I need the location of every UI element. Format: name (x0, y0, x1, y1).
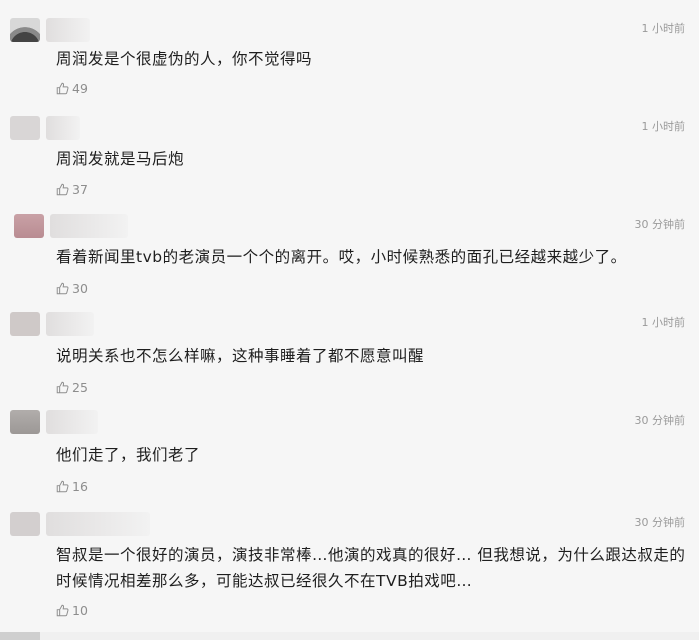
username-blurred[interactable] (46, 512, 150, 536)
next-comment-peek (0, 632, 699, 640)
avatar[interactable] (10, 410, 40, 434)
comment-text: 周润发是个很虚伪的人，你不觉得吗 (56, 50, 313, 68)
like-button[interactable]: 37 (56, 182, 88, 197)
comment-text: 他们走了，我们老了 (56, 446, 201, 464)
comment-time: 1 小时前 (641, 316, 686, 329)
like-count: 16 (72, 479, 88, 494)
username-blurred[interactable] (46, 312, 94, 336)
like-button[interactable]: 30 (56, 281, 88, 296)
comment-text: 看着新闻里tvb的老演员一个个的离开。哎，小时候熟悉的面孔已经越来越少了。 (56, 248, 627, 266)
like-count: 49 (72, 81, 88, 96)
thumbs-up-icon (56, 282, 69, 295)
thumbs-up-icon (56, 82, 69, 95)
thumbs-up-icon (56, 480, 69, 493)
like-button[interactable]: 25 (56, 380, 88, 395)
comment-time: 1 小时前 (641, 120, 686, 133)
thumbs-up-icon (56, 381, 69, 394)
like-count: 30 (72, 281, 88, 296)
comment-text: 周润发就是马后炮 (56, 150, 185, 168)
username-blurred[interactable] (46, 116, 80, 140)
thumbs-up-icon (56, 183, 69, 196)
comment-time: 30 分钟前 (634, 218, 686, 231)
comment-time: 30 分钟前 (634, 414, 686, 427)
comment-text: 智叔是一个很好的演员，演技非常棒…他演的戏真的很好… 但我想说，为什么跟达叔走的… (56, 546, 686, 590)
avatar[interactable] (10, 512, 40, 536)
thumbs-up-icon (56, 604, 69, 617)
avatar[interactable] (10, 18, 40, 42)
comment-time: 1 小时前 (641, 22, 686, 35)
like-button[interactable]: 10 (56, 603, 88, 618)
comment-text: 说明关系也不怎么样嘛，这种事睡着了都不愿意叫醒 (56, 347, 425, 365)
username-blurred[interactable] (46, 18, 90, 42)
like-button[interactable]: 16 (56, 479, 88, 494)
like-count: 37 (72, 182, 88, 197)
avatar[interactable] (10, 116, 40, 140)
username-blurred[interactable] (50, 214, 128, 238)
comment-time: 30 分钟前 (634, 516, 686, 529)
like-count: 25 (72, 380, 88, 395)
username-blurred[interactable] (46, 410, 98, 434)
like-button[interactable]: 49 (56, 81, 88, 96)
like-count: 10 (72, 603, 88, 618)
avatar[interactable] (14, 214, 44, 238)
avatar[interactable] (10, 312, 40, 336)
